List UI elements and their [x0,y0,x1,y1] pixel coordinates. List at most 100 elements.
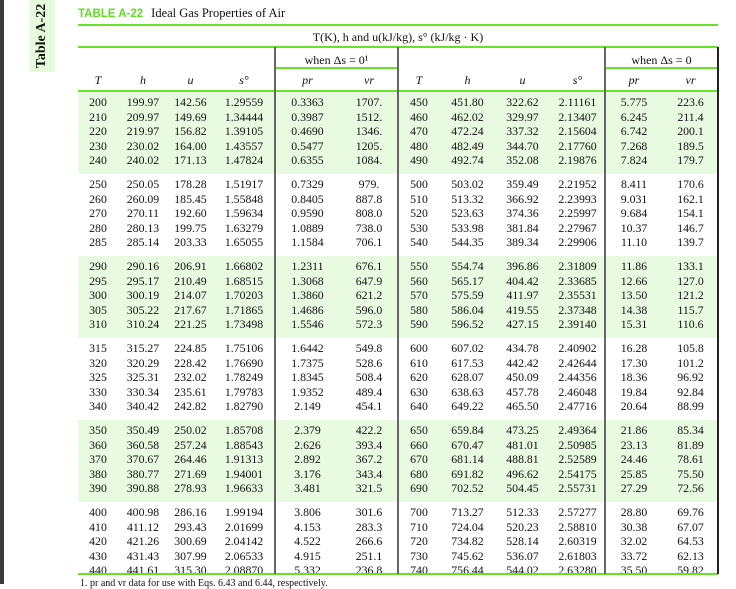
table-cell: 2.15604 [558,124,597,139]
table-cell: 649.22 [451,399,484,414]
table-cell: 337.32 [506,124,539,139]
table-cell: 199.75 [174,220,207,235]
table-cell: 1.29559 [224,95,264,109]
table-cell: 2.06533 [224,548,264,563]
table-cell: 1.88543 [224,437,264,452]
table-cell: 396.86 [506,259,539,273]
table-cell: 1205. [355,138,383,153]
table-cell: 540 [410,235,428,250]
table-cell: 2.63280 [558,563,597,578]
table-cell: 1.34444 [224,109,264,124]
table-cell: 9.684 [620,206,648,221]
table-cell: 411.97 [506,288,539,303]
table-cell: 670 [410,452,428,467]
table-cell: 1.99194 [224,505,264,519]
table-cell: 638.63 [451,384,484,399]
when-header-right: when Δs = 0 [631,53,692,67]
table-cell: 2.11161 [558,95,597,109]
table-cell: 96.92 [677,370,704,385]
table-cell: 460 [410,109,428,124]
table-cell: 235.61 [174,384,207,399]
table-cell: 454.1 [355,399,383,414]
table-cell: 271.69 [174,466,207,481]
table-cell: 887.8 [355,191,383,206]
table-cell: 1.59634 [224,206,264,221]
table-cell: 236.8 [355,563,383,578]
table-cell: 1.82790 [224,399,264,414]
table-cell: 0.7329 [291,177,324,191]
table-cell: 544.02 [506,563,539,578]
table-cell: 575.59 [451,288,484,303]
table-cell: 560 [410,273,428,288]
table-cell: 33.72 [620,548,648,563]
table-cell: 228.42 [174,355,207,370]
table-cell: 640 [410,399,428,414]
table-cell: 411.12 [126,519,159,534]
table-cell: 370 [89,452,107,467]
table-cell: 650 [410,423,428,437]
column-header: pr [302,73,313,87]
table-cell: 3.176 [294,466,321,481]
table-cell: 390 [89,481,107,496]
table-cell: 156.82 [174,124,207,139]
table-cell: 420 [89,534,107,549]
table-cell: 35.50 [620,563,648,578]
table-cell: 200.1 [677,124,704,139]
table-cell: 142.56 [174,95,207,109]
table-cell: 15.31 [620,317,648,332]
table-cell: 64.53 [677,534,704,549]
table-cell: 185.45 [174,191,207,206]
table-cell: 250 [89,177,107,191]
table-cell: 1.73498 [224,317,264,332]
table-cell: 421.26 [126,534,160,549]
table-cell: 1.94001 [224,466,264,481]
table-cell: 330.34 [126,384,160,399]
table-cell: 293.43 [174,519,207,534]
table-cell: 470 [410,124,428,139]
table-cell: 25.85 [620,466,648,481]
table-cell: 390.88 [126,481,160,496]
table-cell: 2.55731 [558,481,597,496]
table-cell: 503.02 [451,177,484,191]
table-cell: 69.76 [677,505,704,519]
table-cell: 690 [410,481,428,496]
table-cell: 2.01699 [224,519,264,534]
table-cell: 179.7 [677,153,704,168]
table-cell: 1.7375 [291,355,324,370]
table-cell: 586.04 [451,302,484,317]
table-cell: 2.149 [294,399,321,414]
table-cell: 75.50 [677,466,704,481]
table-cell: 472.24 [451,124,484,139]
table-cell: 240.02 [126,153,160,168]
table-cell: 1.9352 [291,384,324,399]
table-cell: 600 [410,341,428,355]
table-cell: 441.61 [126,563,160,578]
column-header: vr [685,73,696,87]
table-cell: 572.3 [355,317,383,332]
table-cell: 146.7 [677,220,704,235]
table-cell: 6.742 [620,124,648,139]
table-cell: 745.62 [451,548,484,563]
table-cell: 1.78249 [224,370,264,385]
table-cell: 305 [89,302,107,317]
table-cell: 2.29906 [558,235,597,250]
table-cell: 381.84 [506,220,539,235]
table-cell: 315 [89,341,107,355]
table-cell: 305.22 [126,302,160,317]
table-cell: 528.14 [506,534,539,549]
table-cell: 1.5546 [291,317,324,332]
table-cell: 580 [410,302,428,317]
table-cell: 5.332 [294,563,321,578]
window-edge [0,0,4,584]
column-header: vr [364,73,374,87]
table-cell: 492.74 [451,153,484,168]
table-cell: 2.892 [294,452,321,467]
units-header: T(K), h and u(kJ/kg), s° (kJ/kg · K) [312,30,484,44]
table-cell: 740 [410,563,428,578]
table-cell: 121.2 [677,288,704,303]
table-cell: 607.02 [451,341,484,355]
column-header: T [415,73,423,87]
table-cell: 630 [410,384,428,399]
table-cell: 3.806 [294,505,321,519]
table-cell: 0.3987 [291,109,324,124]
